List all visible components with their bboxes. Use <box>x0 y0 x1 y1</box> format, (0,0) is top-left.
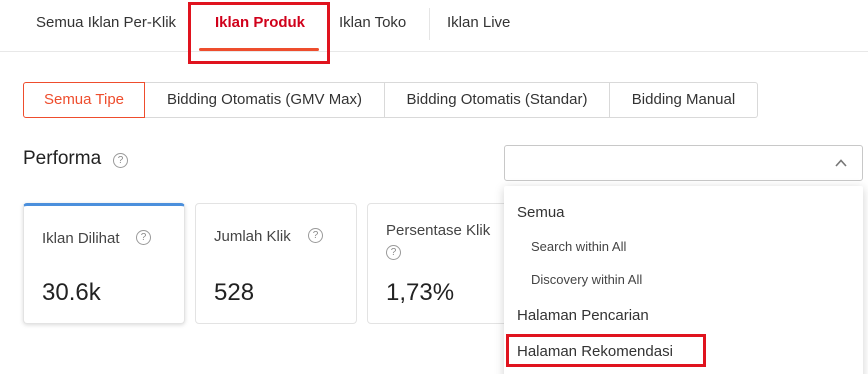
metric-card-persentase-klik[interactable]: Persentase Klik ? 1,73% <box>367 203 517 324</box>
tab-divider <box>429 8 430 40</box>
question-circle-icon[interactable]: ? <box>308 228 323 243</box>
ad-type-filter: Semua Tipe Bidding Otomatis (GMV Max) Bi… <box>23 82 758 118</box>
placement-dropdown-menu: Semua Search within All Discovery within… <box>504 186 863 374</box>
option-semua[interactable]: Semua <box>517 204 565 221</box>
chevron-up-icon <box>835 159 847 167</box>
segment-bidding-standar[interactable]: Bidding Otomatis (Standar) <box>385 82 610 118</box>
tab-semua-iklan-per-klik[interactable]: Semua Iklan Per-Klik <box>36 0 176 52</box>
question-circle-icon[interactable]: ? <box>386 245 401 260</box>
metric-value: 30.6k <box>42 279 101 306</box>
option-halaman-rekomendasi[interactable]: Halaman Rekomendasi <box>517 343 673 360</box>
option-halaman-pencarian[interactable]: Halaman Pencarian <box>517 307 649 324</box>
option-search-within-all[interactable]: Search within All <box>531 239 626 254</box>
metric-label: Persentase Klik <box>386 222 491 239</box>
tab-iklan-toko[interactable]: Iklan Toko <box>339 0 406 52</box>
option-discovery-within-all[interactable]: Discovery within All <box>531 272 642 287</box>
tab-iklan-live[interactable]: Iklan Live <box>447 0 510 52</box>
metric-card-iklan-dilihat[interactable]: Iklan Dilihat ? 30.6k <box>23 203 185 324</box>
tab-bar: Semua Iklan Per-Klik Iklan Produk Iklan … <box>0 0 868 52</box>
tab-iklan-produk[interactable]: Iklan Produk <box>215 0 305 52</box>
question-circle-icon[interactable]: ? <box>136 230 151 245</box>
active-tab-indicator <box>199 48 319 51</box>
metric-label: Jumlah Klik <box>214 228 291 245</box>
question-circle-icon[interactable]: ? <box>113 153 128 168</box>
metric-label: Iklan Dilihat <box>42 230 120 247</box>
segment-bidding-manual[interactable]: Bidding Manual <box>610 82 758 118</box>
metric-card-jumlah-klik[interactable]: Jumlah Klik ? 528 <box>195 203 357 324</box>
segment-bidding-gmv-max[interactable]: Bidding Otomatis (GMV Max) <box>145 82 385 118</box>
segment-semua-tipe[interactable]: Semua Tipe <box>23 82 145 118</box>
metric-value: 1,73% <box>386 279 455 306</box>
metric-value: 528 <box>214 279 255 306</box>
placement-select[interactable] <box>504 145 863 181</box>
section-title: Performa <box>23 148 102 169</box>
